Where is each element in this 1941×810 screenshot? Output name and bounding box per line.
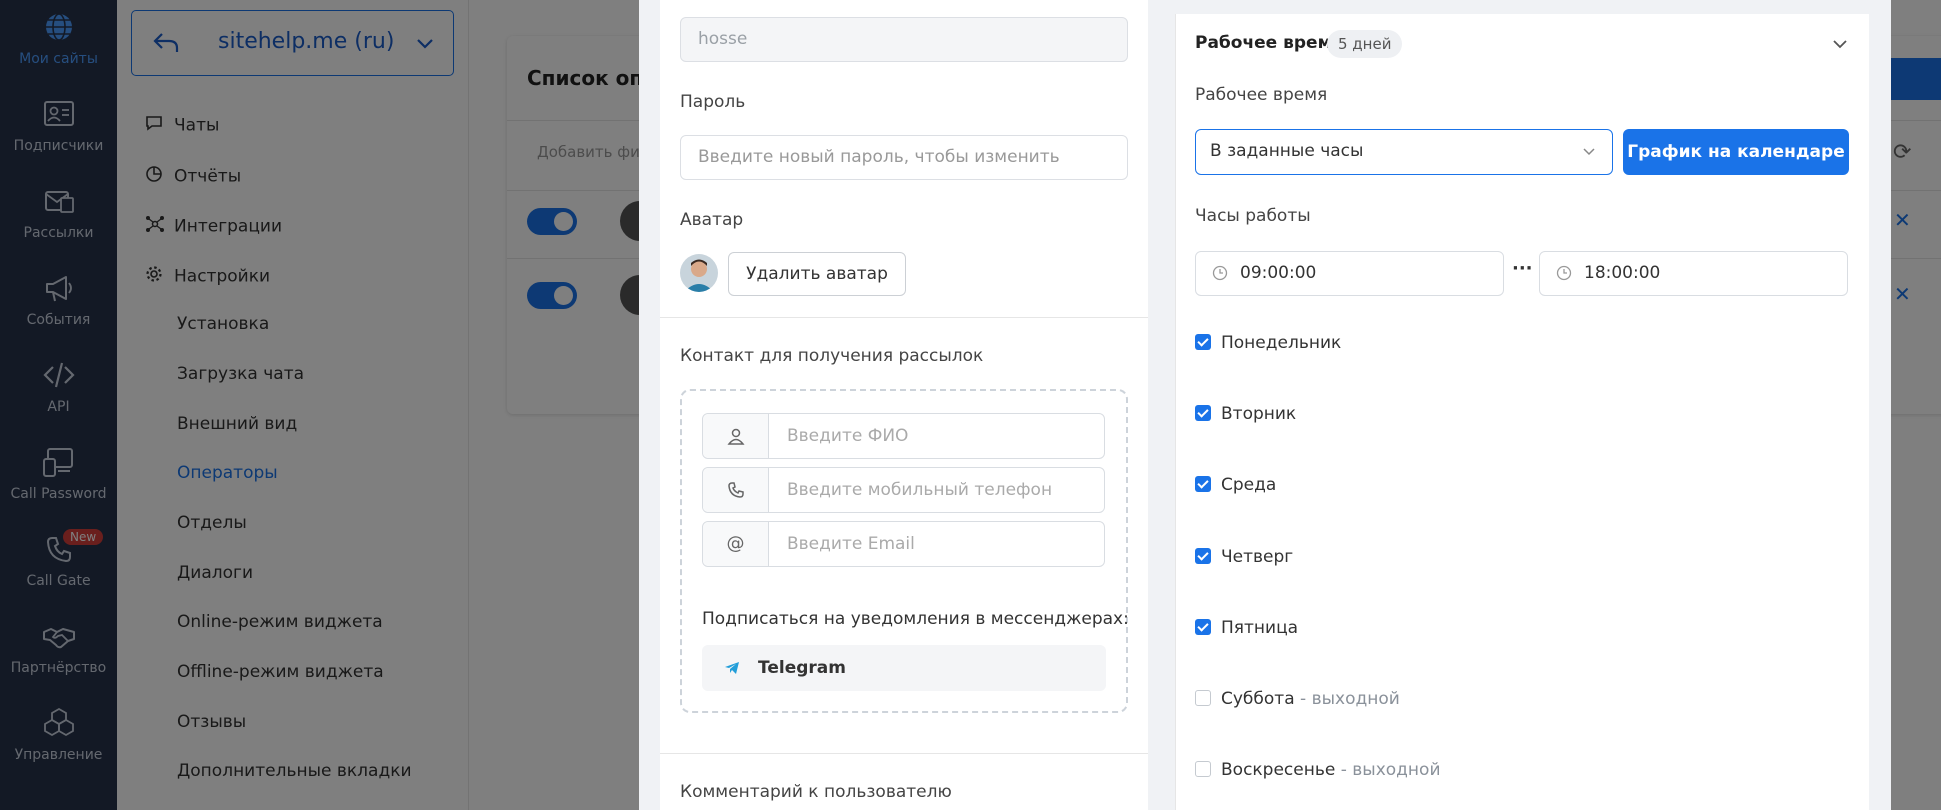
checkbox[interactable]	[1195, 690, 1211, 706]
name-input-group[interactable]: Введите ФИО	[702, 413, 1105, 459]
time-separator: ···	[1512, 258, 1533, 279]
telegram-icon	[725, 662, 739, 674]
days-badge: 5 дней	[1327, 30, 1403, 58]
day-label: Вторник	[1221, 404, 1297, 424]
start-time-input[interactable]: 09:00:00	[1195, 251, 1504, 296]
telegram-button[interactable]: Telegram	[702, 645, 1106, 691]
day-monday[interactable]: Понедельник	[1195, 333, 1341, 353]
email-input[interactable]: Введите Email	[787, 522, 915, 566]
contact-label: Контакт для получения рассылок	[680, 346, 984, 366]
day-thursday[interactable]: Четверг	[1195, 547, 1293, 567]
day-saturday[interactable]: Суббота - выходной	[1195, 689, 1400, 709]
calendar-schedule-button[interactable]: График на календаре	[1623, 129, 1849, 175]
checkbox[interactable]	[1195, 476, 1211, 492]
worktime-header[interactable]: Рабочее время	[1195, 33, 1342, 53]
checkbox[interactable]	[1195, 334, 1211, 350]
worktime-mode-value: В заданные часы	[1210, 141, 1364, 161]
day-label: Суббота	[1221, 689, 1295, 709]
worktime-label: Рабочее время	[1195, 85, 1328, 105]
day-off-note: - выходной	[1294, 689, 1400, 709]
day-label: Воскресенье	[1221, 760, 1336, 780]
comment-label: Комментарий к пользователю	[680, 782, 952, 802]
day-friday[interactable]: Пятница	[1195, 618, 1298, 638]
checkbox[interactable]	[1195, 405, 1211, 421]
person-icon	[703, 414, 769, 458]
checkbox[interactable]	[1195, 761, 1211, 777]
password-label: Пароль	[680, 92, 746, 112]
day-label: Среда	[1221, 475, 1277, 495]
login-field[interactable]: hosse	[680, 17, 1128, 62]
day-tuesday[interactable]: Вторник	[1195, 404, 1296, 424]
start-time-value: 09:00:00	[1240, 263, 1317, 283]
worktime-mode-select[interactable]: В заданные часы	[1195, 129, 1613, 175]
chevron-down-icon[interactable]	[1831, 36, 1849, 52]
clock-icon	[1556, 265, 1572, 281]
divider	[660, 317, 1148, 318]
day-wednesday[interactable]: Среда	[1195, 475, 1276, 495]
divider	[660, 753, 1148, 754]
checkbox[interactable]	[1195, 548, 1211, 564]
chevron-down-icon	[1583, 148, 1595, 156]
name-input[interactable]: Введите ФИО	[787, 414, 908, 458]
day-label: Четверг	[1221, 547, 1294, 567]
end-time-input[interactable]: 18:00:00	[1539, 251, 1848, 296]
avatar-label: Аватар	[680, 210, 744, 230]
at-sign-icon: @	[703, 522, 769, 566]
email-input-group[interactable]: @ Введите Email	[702, 521, 1105, 567]
day-label: Пятница	[1221, 618, 1299, 638]
day-sunday[interactable]: Воскресенье - выходной	[1195, 760, 1441, 780]
phone-icon	[703, 468, 769, 512]
day-label: Понедельник	[1221, 333, 1342, 353]
end-time-value: 18:00:00	[1584, 263, 1661, 283]
password-field[interactable]: Введите новый пароль, чтобы изменить	[680, 135, 1128, 180]
phone-input[interactable]: Введите мобильный телефон	[787, 468, 1052, 512]
telegram-label: Telegram	[758, 658, 846, 678]
user-avatar	[680, 254, 718, 292]
delete-avatar-button[interactable]: Удалить аватар	[728, 252, 906, 296]
work-hours-label: Часы работы	[1195, 206, 1311, 226]
clock-icon	[1212, 265, 1228, 281]
subscribe-label: Подписаться на уведомления в мессенджера…	[702, 609, 1129, 629]
checkbox[interactable]	[1195, 619, 1211, 635]
phone-input-group[interactable]: Введите мобильный телефон	[702, 467, 1105, 513]
day-off-note: - выходной	[1335, 760, 1441, 780]
